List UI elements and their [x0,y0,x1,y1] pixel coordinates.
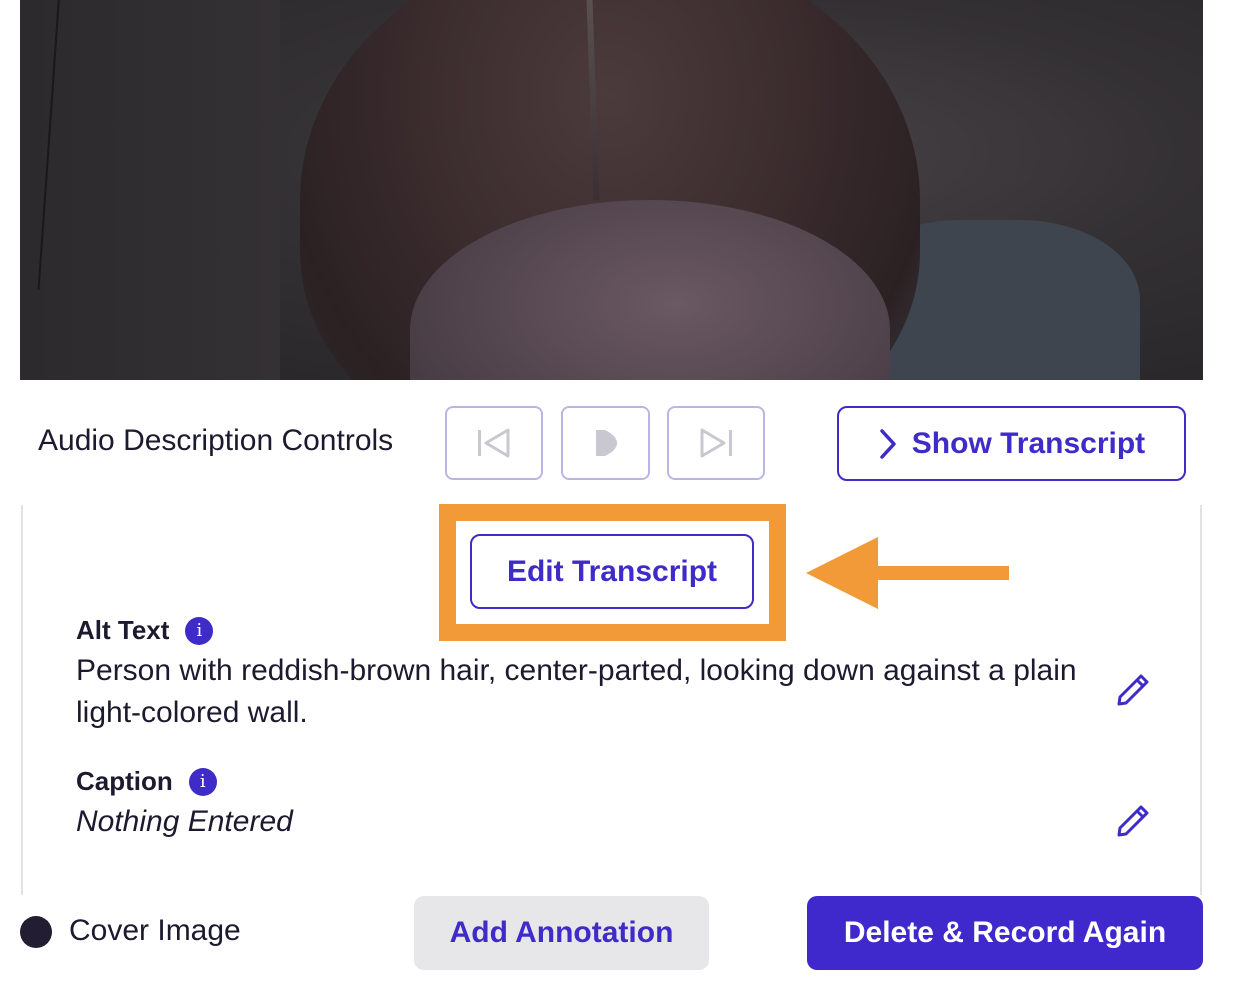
caption-label: Caption [76,766,173,796]
show-transcript-button[interactable]: Show Transcript [837,406,1186,481]
info-icon[interactable]: i [188,767,217,796]
delete-record-again-label: Delete & Record Again [843,916,1167,949]
show-transcript-label: Show Transcript [911,426,1146,460]
caption-value: Nothing Entered [76,805,293,838]
delete-record-again-button[interactable]: Delete & Record Again [807,896,1203,970]
edit-transcript-button[interactable]: Edit Transcript [470,534,754,609]
alt-text-heading: Alt Text i [76,615,214,646]
audio-description-label: Audio Description Controls [38,424,394,457]
next-description-button[interactable] [667,406,765,480]
alt-text-value: Person with reddish-brown hair, center-p… [76,654,1077,729]
page: Audio Description Controls Show Transcri… [0,0,1234,1000]
caption-heading: Caption i [76,766,217,797]
pencil-icon[interactable] [1115,803,1151,839]
video-frame[interactable] [20,0,1203,380]
cover-image-label[interactable]: Cover Image [69,914,241,948]
play-icon [595,430,617,456]
pencil-icon[interactable] [1115,672,1151,708]
play-description-button[interactable] [561,406,650,480]
video-background [20,0,280,380]
edit-transcript-label: Edit Transcript [506,554,718,588]
cover-image-radio[interactable] [20,916,52,948]
previous-description-button[interactable] [445,406,543,480]
skip-previous-icon [478,428,510,458]
chevron-right-icon [880,428,896,459]
add-annotation-label: Add Annotation [449,916,674,949]
alt-text-label: Alt Text [76,615,170,645]
info-icon[interactable]: i [185,616,214,645]
add-annotation-button[interactable]: Add Annotation [414,896,709,970]
skip-next-icon [700,428,732,458]
pointer-arrow-icon [806,537,1009,609]
